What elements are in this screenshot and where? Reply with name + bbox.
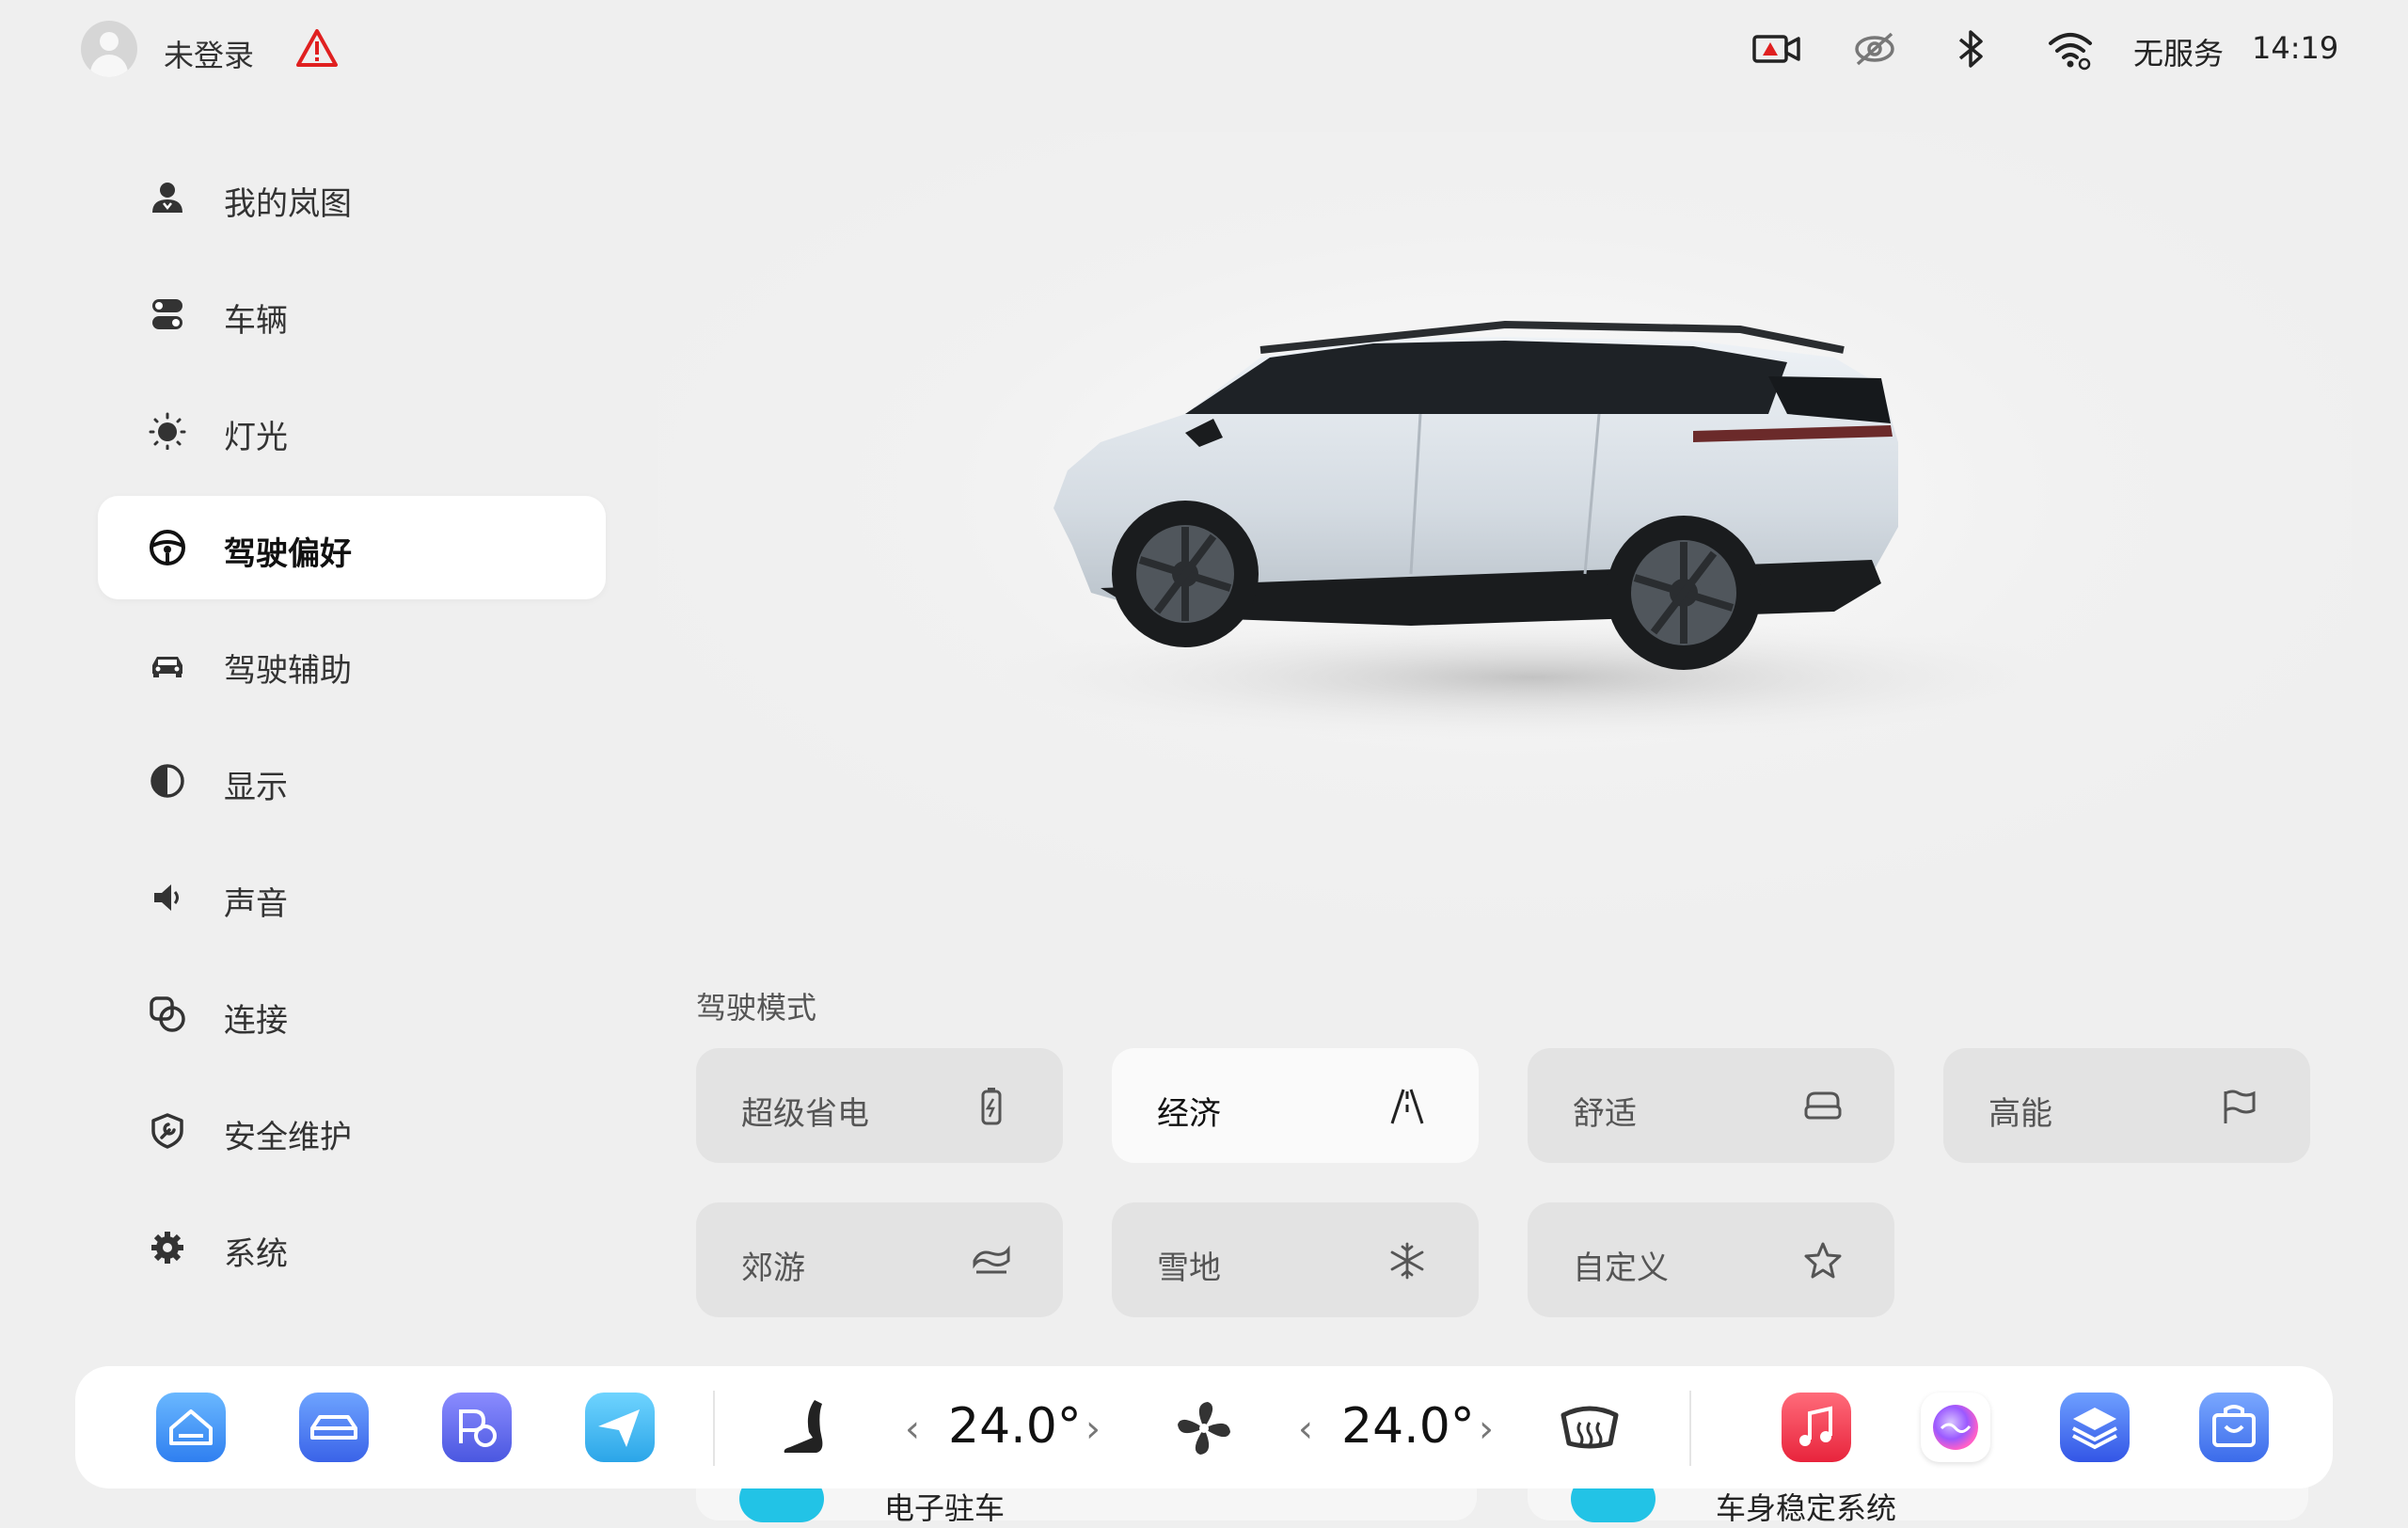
mode-custom-button[interactable]: 自定义	[1528, 1202, 1894, 1317]
road-icon	[1390, 1089, 1424, 1124]
sidebar-item-label: 安全维护	[224, 1119, 352, 1156]
store-app-icon[interactable]	[2199, 1393, 2269, 1462]
mode-snow-button[interactable]: 雪地	[1112, 1202, 1479, 1317]
sidebar-item-vehicle[interactable]: 车辆	[98, 263, 606, 366]
mode-label: 自定义	[1573, 1249, 1669, 1287]
sidebar-item-label: 声音	[224, 885, 288, 923]
gear-icon	[151, 1232, 183, 1264]
seat-heat-icon[interactable]	[771, 1394, 839, 1462]
temp-right-decrease-button[interactable]: ‹	[1298, 1408, 1313, 1451]
avatar-head	[100, 32, 119, 51]
shield-wrench-icon	[151, 1113, 183, 1149]
car-hero-image	[658, 132, 2352, 941]
sidebar-item-label: 灯光	[224, 419, 288, 456]
mode-outing-button[interactable]: 郊游	[696, 1202, 1063, 1317]
temp-right-value: 24.0°	[1341, 1398, 1475, 1455]
assistant-app-icon[interactable]	[1921, 1393, 1990, 1462]
sidebar-item-driving-preference[interactable]: 驾驶偏好	[98, 496, 606, 599]
sidebar-item-my-voyah[interactable]: 我的岚图	[98, 146, 606, 249]
sidebar-item-driving-assist[interactable]: 驾驶辅助	[98, 613, 606, 716]
mode-comfort-button[interactable]: 舒适	[1528, 1048, 1894, 1163]
sidebar-item-lights[interactable]: 灯光	[98, 379, 606, 483]
electronic-parking-label: 电子驻车	[884, 1490, 1006, 1526]
sidebar-item-label: 系统	[224, 1235, 288, 1273]
navigation-app-icon[interactable]	[585, 1393, 655, 1462]
music-app-icon[interactable]	[1782, 1393, 1851, 1462]
sidebar-item-label: 驾驶偏好	[224, 535, 352, 573]
temp-left-value: 24.0°	[948, 1398, 1082, 1455]
warning-icon[interactable]	[295, 28, 339, 68]
sofa-icon	[1804, 1091, 1842, 1120]
link-icon	[150, 996, 185, 1032]
sidebar-item-safety-maintenance[interactable]: 安全维护	[98, 1079, 606, 1183]
mode-label: 舒适	[1573, 1095, 1637, 1133]
vehicle-toggle-icon	[152, 299, 182, 329]
parking-app-icon[interactable]	[442, 1393, 512, 1462]
speaker-icon	[154, 884, 179, 911]
star-icon	[1804, 1242, 1842, 1279]
mode-label: 超级省电	[741, 1095, 869, 1133]
sidebar-item-display[interactable]: 显示	[98, 729, 606, 833]
stability-system-label: 车身稳定系统	[1716, 1490, 1897, 1526]
fan-icon[interactable]	[1170, 1394, 1238, 1462]
mode-label: 经济	[1157, 1095, 1221, 1133]
login-status-text[interactable]: 未登录	[164, 32, 254, 75]
steering-wheel-icon	[150, 530, 185, 565]
sidebar-item-label: 驾驶辅助	[224, 652, 352, 690]
wifi-icon[interactable]	[2047, 26, 2094, 72]
mode-label: 郊游	[741, 1249, 805, 1287]
battery-icon	[981, 1088, 1002, 1125]
dock-divider	[713, 1391, 715, 1466]
user-icon	[152, 183, 182, 213]
sidebar-item-sound[interactable]: 声音	[98, 846, 606, 949]
sidebar-item-label: 车辆	[224, 302, 288, 340]
home-app-icon[interactable]	[156, 1393, 226, 1462]
car-app-icon[interactable]	[299, 1393, 369, 1462]
mode-super-eco-button[interactable]: 超级省电	[696, 1048, 1063, 1163]
sidebar-item-label: 显示	[224, 769, 288, 806]
network-service-text: 无服务	[2133, 36, 2225, 72]
avatar[interactable]	[81, 21, 137, 77]
bluetooth-icon[interactable]	[1949, 26, 1992, 72]
dashcam-alert-icon[interactable]	[1751, 26, 1802, 72]
avatar-body	[90, 55, 128, 77]
flag-icon	[2224, 1090, 2256, 1123]
dock-divider	[1689, 1391, 1691, 1466]
contrast-icon	[150, 764, 184, 798]
mode-performance-button[interactable]: 高能	[1943, 1048, 2310, 1163]
sidebar-item-connection[interactable]: 连接	[98, 963, 606, 1066]
temp-left-increase-button[interactable]: ›	[1085, 1408, 1101, 1451]
terrain-icon	[973, 1245, 1010, 1274]
snowflake-icon	[1390, 1242, 1424, 1280]
temp-right-increase-button[interactable]: ›	[1479, 1408, 1494, 1451]
clock-text: 14:19	[2252, 30, 2339, 66]
rear-defrost-icon[interactable]	[1556, 1394, 1624, 1462]
sidebar-item-label: 我的岚图	[224, 185, 352, 223]
car-front-icon	[152, 657, 182, 677]
sidebar-item-label: 连接	[224, 1002, 288, 1040]
drive-mode-title: 驾驶模式	[696, 990, 817, 1026]
sidebar-item-system[interactable]: 系统	[98, 1196, 606, 1299]
camera-off-icon[interactable]	[1849, 26, 1900, 72]
mode-label: 雪地	[1157, 1249, 1221, 1287]
temp-left-decrease-button[interactable]: ‹	[905, 1408, 920, 1451]
bottom-dock: ‹ 24.0° › ‹ 24.0° ›	[75, 1366, 2333, 1488]
light-icon	[149, 412, 186, 450]
mode-label: 高能	[1988, 1095, 2052, 1133]
layers-app-icon[interactable]	[2060, 1393, 2130, 1462]
mode-eco-button[interactable]: 经济	[1112, 1048, 1479, 1163]
